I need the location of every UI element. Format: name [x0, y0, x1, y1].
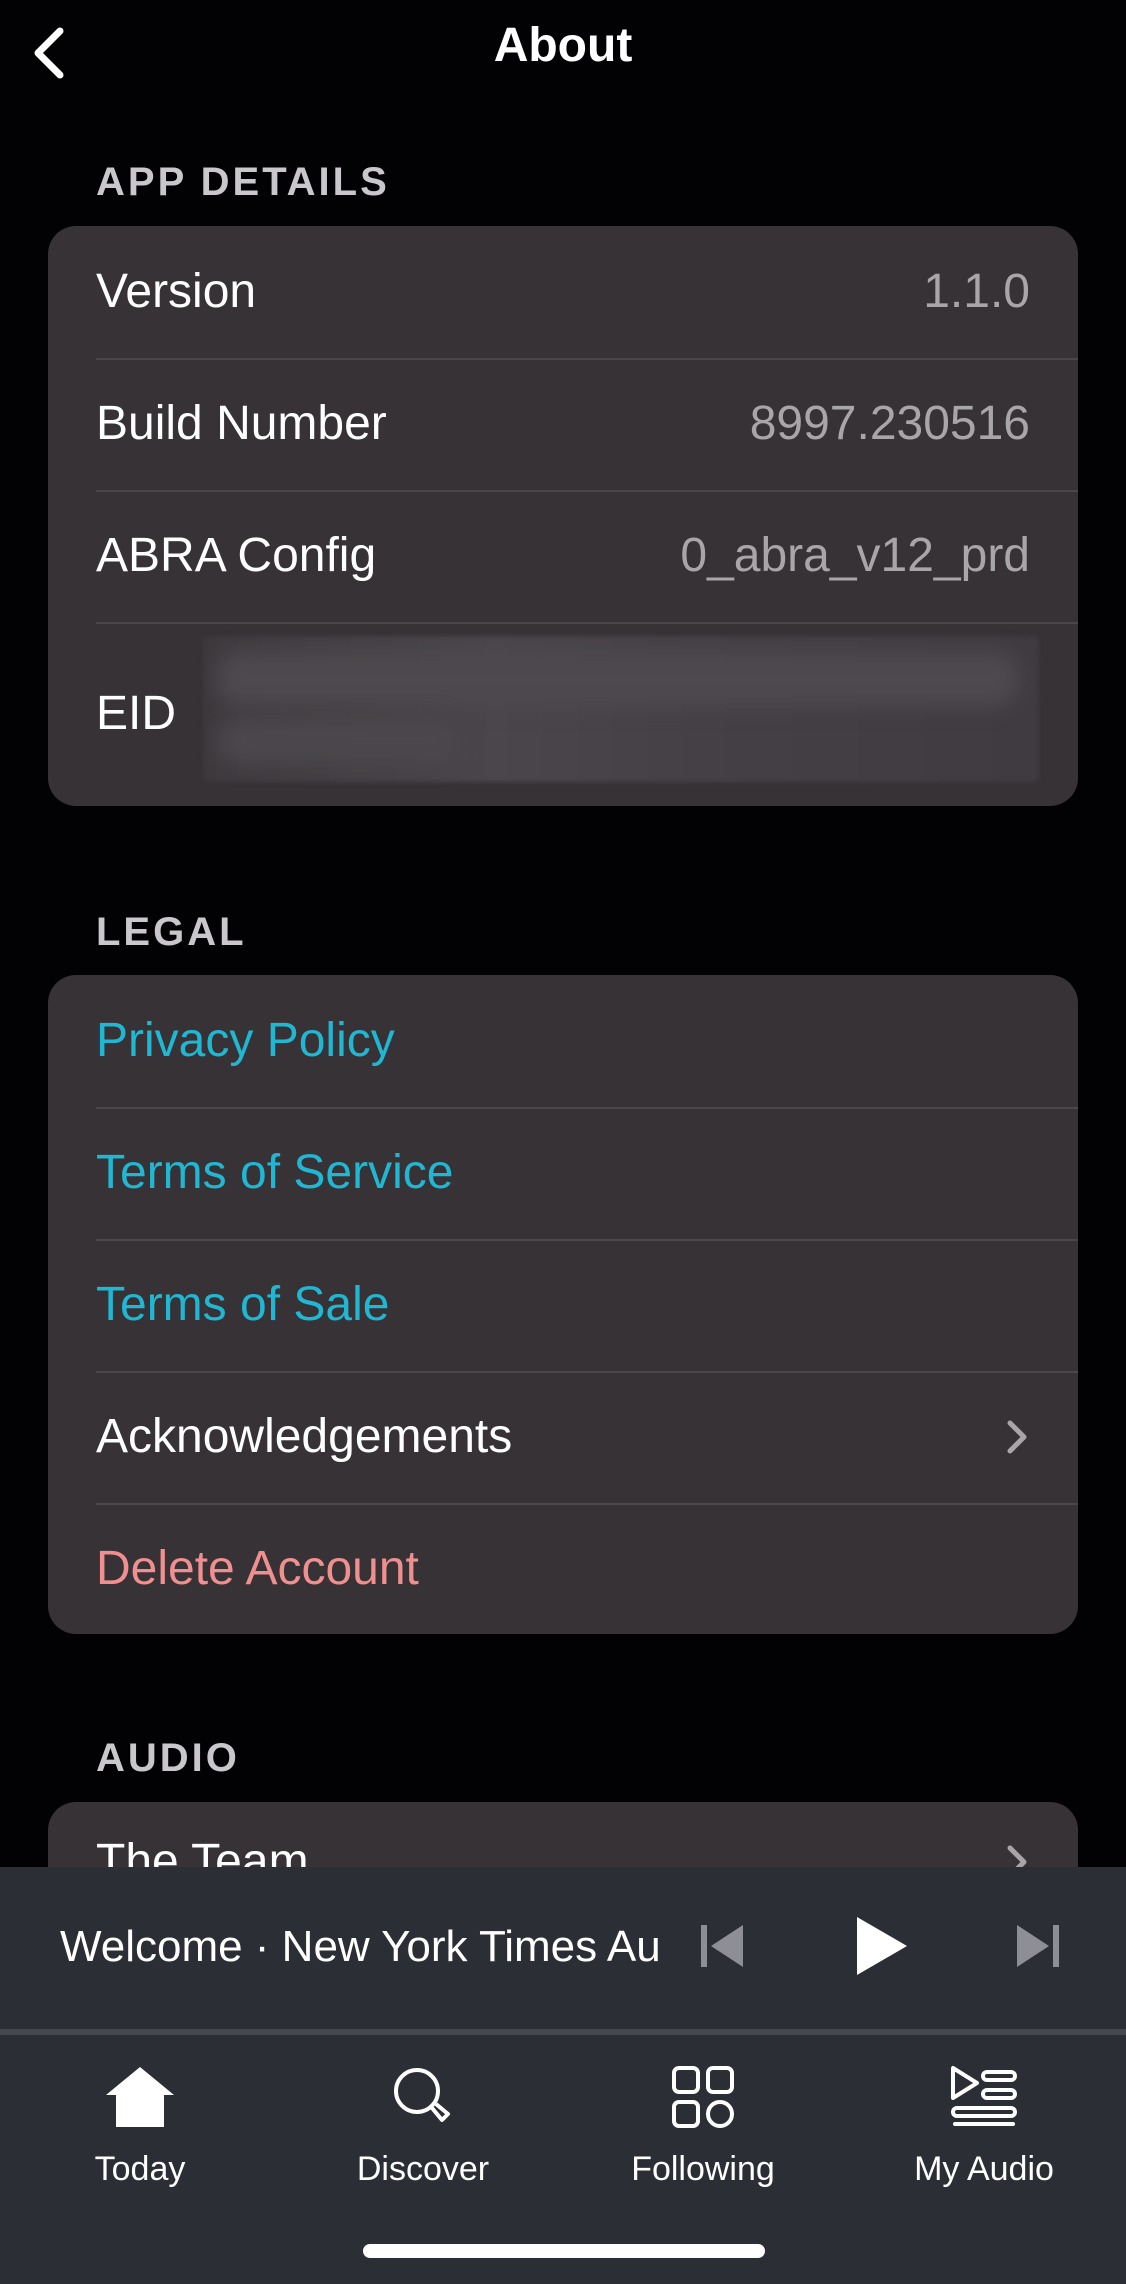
nav-header: About	[0, 0, 1126, 100]
about-screen: About APP DETAILS Version 1.1.0 Build Nu…	[0, 0, 1126, 2284]
home-indicator	[363, 2244, 765, 2258]
play-icon	[851, 1913, 911, 1984]
tab-label: Discover	[356, 2150, 490, 2188]
row-value: 0_abra_v12_prd	[680, 529, 1030, 582]
row-label: Terms of Service	[96, 1146, 454, 1199]
tab-discover[interactable]: Discover	[303, 2057, 543, 2217]
section-title-legal: LEGAL	[96, 910, 247, 954]
previous-icon	[695, 1919, 749, 1978]
tab-following[interactable]: Following	[583, 2057, 823, 2217]
terms-of-sale-link[interactable]: Terms of Sale	[48, 1239, 1078, 1371]
play-button[interactable]	[836, 1903, 926, 1993]
row-value: 1.1.0	[923, 265, 1030, 318]
next-icon	[1011, 1919, 1065, 1978]
privacy-policy-link[interactable]: Privacy Policy	[48, 975, 1078, 1107]
tab-label: Today	[94, 2150, 186, 2188]
app-details-card: Version 1.1.0 Build Number 8997.230516 A…	[48, 226, 1078, 806]
home-icon	[100, 2057, 180, 2137]
row-label: Delete Account	[96, 1542, 419, 1595]
row-label: Version	[96, 265, 257, 318]
tab-my-audio[interactable]: My Audio	[864, 2057, 1104, 2217]
acknowledgements-row[interactable]: Acknowledgements	[48, 1371, 1078, 1503]
section-title-app-details: APP DETAILS	[96, 160, 390, 204]
eid-row: EID	[48, 622, 1078, 806]
section-title-audio: AUDIO	[96, 1736, 240, 1780]
abra-config-row: ABRA Config 0_abra_v12_prd	[48, 490, 1078, 622]
tab-label: My Audio	[914, 2150, 1054, 2188]
previous-button[interactable]	[682, 1903, 762, 1993]
next-button[interactable]	[998, 1903, 1078, 1993]
delete-account-button[interactable]: Delete Account	[48, 1503, 1078, 1634]
tab-today[interactable]: Today	[20, 2057, 260, 2217]
row-label: Privacy Policy	[96, 1014, 395, 1067]
playlist-icon	[944, 2057, 1024, 2137]
terms-of-service-link[interactable]: Terms of Service	[48, 1107, 1078, 1239]
version-row: Version 1.1.0	[48, 226, 1078, 358]
row-value: 8997.230516	[749, 397, 1030, 450]
eid-redacted-line	[218, 652, 1018, 706]
row-label: Acknowledgements	[96, 1410, 513, 1463]
row-label: ABRA Config	[96, 529, 377, 582]
eid-redacted-line	[218, 718, 458, 764]
mini-player[interactable]: Welcome · New York Times Audio	[0, 1867, 1126, 2029]
row-label: Build Number	[96, 397, 387, 450]
build-number-row: Build Number 8997.230516	[48, 358, 1078, 490]
grid-icon	[663, 2057, 743, 2137]
now-playing-title[interactable]: Welcome · New York Times Audio	[60, 1915, 660, 1979]
chevron-right-icon	[990, 1417, 1030, 1457]
tab-label: Following	[631, 2150, 775, 2188]
row-label: Terms of Sale	[96, 1278, 390, 1331]
search-icon	[383, 2057, 463, 2137]
legal-card: Privacy Policy Terms of Service Terms of…	[48, 975, 1078, 1634]
page-title: About	[493, 19, 633, 72]
